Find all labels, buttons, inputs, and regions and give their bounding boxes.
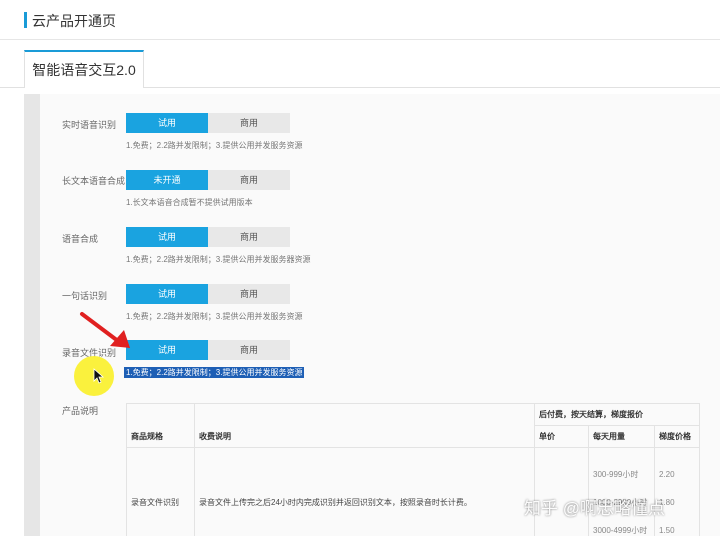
col-header-desc: 收费说明 [194, 403, 535, 448]
row-label-realtime-asr: 实时语音识别 [62, 120, 117, 130]
cell-spec: 录音文件识别 [126, 447, 195, 536]
note-realtime-asr: 1.免费；2.2路并发限制；3.提供公用并发服务资源 [126, 141, 303, 150]
cell-unit [534, 447, 589, 536]
red-arrow-annotation [80, 312, 130, 348]
row-label-sentence-asr: 一句话识别 [62, 291, 108, 301]
col-header-tier-price: 梯度价格 [654, 425, 700, 448]
col-header-unit: 单价 [534, 425, 589, 448]
mouse-pointer-icon [93, 368, 105, 384]
col-header-daily: 每天用量 [588, 425, 655, 448]
table-row: 录音文件识别 录音文件上传完之后24小时内完成识别并返回识别文本，按照录音时长计… [126, 447, 700, 536]
tab-bar: 智能语音交互2.0 [0, 40, 720, 88]
commercial-button-file-asr[interactable]: 商用 [208, 340, 290, 360]
trial-button-tts[interactable]: 试用 [126, 227, 208, 247]
row-label-tts: 语音合成 [62, 234, 99, 244]
commercial-button-tts[interactable]: 商用 [208, 227, 290, 247]
commercial-button-long-tts[interactable]: 商用 [208, 170, 290, 190]
zhihu-watermark: 知乎 @啊忠略懂点 [524, 499, 665, 518]
page-title: 云产品开通页 [32, 13, 116, 29]
note-sentence-asr: 1.免费；2.2路并发限制；3.提供公用并发服务资源 [126, 312, 303, 321]
row-label-long-tts: 长文本语音合成 [62, 176, 126, 186]
cell-tier-ranges: 300-999小时 1000-2999小时 3000-4999小时 [588, 447, 655, 536]
note-long-tts: 1.长文本语音合成暂不提供试用版本 [126, 198, 253, 207]
title-accent-bar [24, 12, 27, 28]
cell-tier-prices: 2.20 1.80 1.50 [654, 447, 700, 536]
tab-voice-interaction[interactable]: 智能语音交互2.0 [24, 50, 144, 88]
note-file-asr-selected: 1.免费；2.2路并发限制；3.提供公用并发服务资源 [124, 367, 305, 378]
billing-header: 后付费，按天结算，梯度报价 [534, 403, 700, 426]
note-tts: 1.免费；2.2路并发限制；3.提供公用并发服务器资源 [126, 255, 311, 264]
not-enabled-button-long-tts[interactable]: 未开通 [126, 170, 208, 190]
commercial-button-sentence-asr[interactable]: 商用 [208, 284, 290, 304]
trial-button-file-asr[interactable]: 试用 [126, 340, 208, 360]
trial-button-sentence-asr[interactable]: 试用 [126, 284, 208, 304]
page-header: 云产品开通页 [0, 0, 720, 40]
product-description-label: 产品说明 [62, 406, 99, 416]
trial-button-realtime-asr[interactable]: 试用 [126, 113, 208, 133]
commercial-button-realtime-asr[interactable]: 商用 [208, 113, 290, 133]
col-header-spec: 商品规格 [126, 403, 195, 448]
cell-desc: 录音文件上传完之后24小时内完成识别并返回识别文本，按照录音时长计费。 [194, 447, 535, 536]
panel-left-strip [24, 94, 40, 536]
